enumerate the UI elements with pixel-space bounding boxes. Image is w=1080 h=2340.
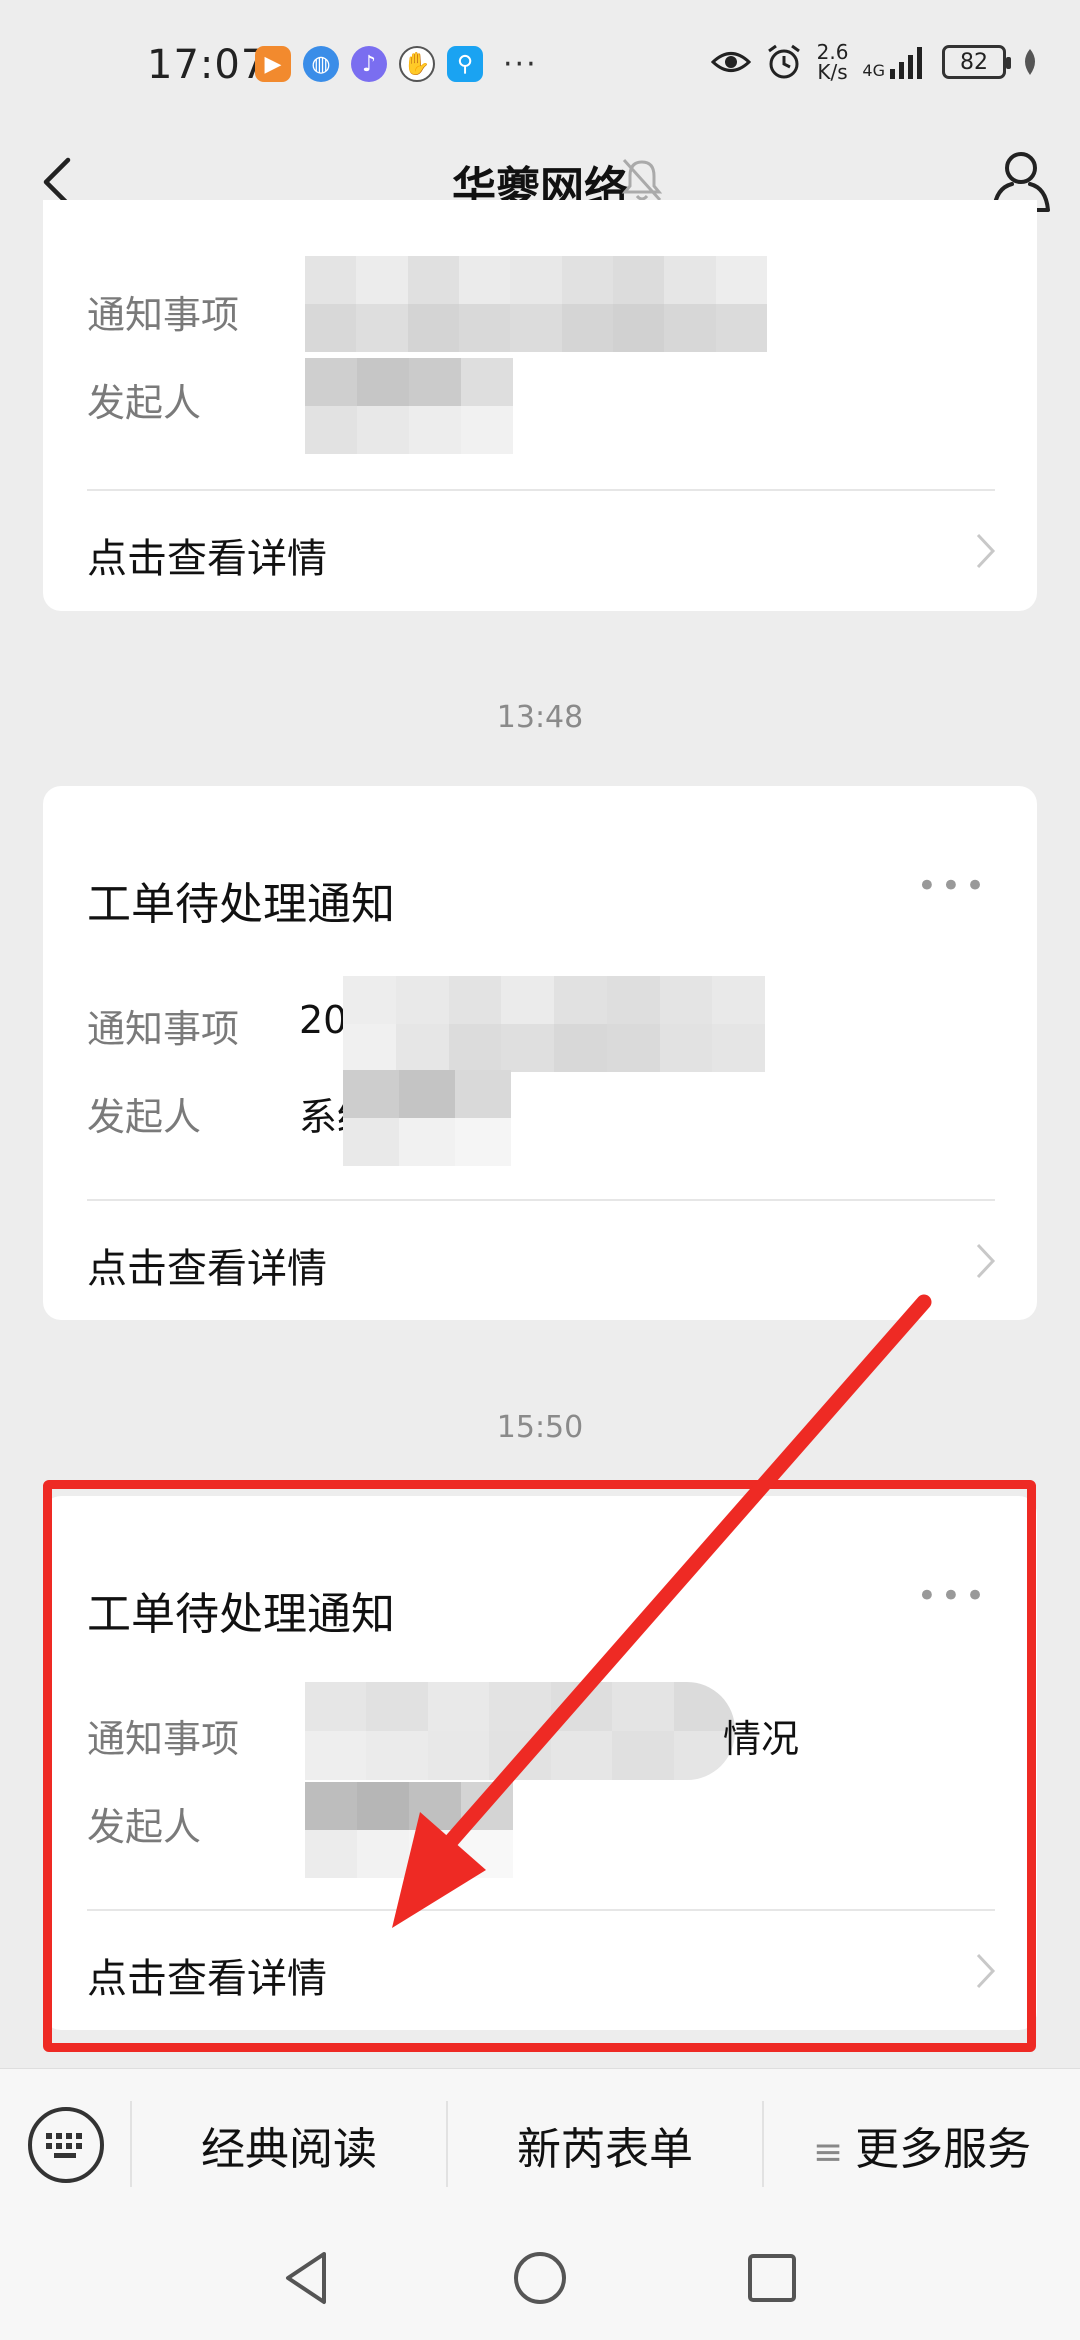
annotation-highlight-box: [43, 1480, 1036, 2052]
system-back-icon[interactable]: [278, 2248, 338, 2308]
search-app-icon: ⚲: [447, 46, 483, 82]
signal-icon: [890, 47, 922, 79]
signal-indicator: 4G: [862, 45, 928, 79]
more-notifications-icon: ···: [503, 46, 538, 82]
chevron-right-icon: [976, 533, 996, 569]
music-app-icon: ♪: [351, 46, 387, 82]
net-speed: 2.6 K/s: [816, 40, 849, 84]
system-navigation-bar: [0, 2218, 1080, 2340]
message-timestamp: 15:50: [496, 1410, 584, 1445]
screen: 17:07 ▶ ◍ ♪ ✋ ⚲ ··· 2.6 K/s 4G 82 华夔网络 通…: [0, 0, 1080, 2340]
card-divider: [87, 1199, 995, 1201]
redacted-mosaic: [305, 358, 513, 454]
network-type: 4G: [862, 61, 885, 80]
eye-icon: [710, 52, 751, 72]
menu-item-form[interactable]: 新芮表单: [448, 2113, 762, 2177]
view-details-link[interactable]: 点击查看详情: [87, 526, 327, 584]
menu-item-label: 更多服务: [855, 2124, 1032, 2175]
leaf-icon: [1025, 49, 1035, 75]
notification-card-1[interactable]: 通知事项 发起人 点击查看详情: [43, 200, 1037, 611]
more-options-icon[interactable]: •••: [917, 866, 989, 906]
view-details-link[interactable]: 点击查看详情: [87, 1236, 327, 1294]
system-home-icon[interactable]: [510, 2248, 570, 2308]
service-menu-bar: 经典阅读 新芮表单 ≡ 更多服务: [0, 2068, 1080, 2218]
redacted-mosaic: [305, 256, 767, 352]
status-right: 2.6 K/s 4G 82: [710, 40, 1040, 84]
battery-indicator: 82: [942, 45, 1011, 79]
card-divider: [87, 489, 995, 491]
field-value-item: 20: [299, 998, 348, 1042]
field-label-sender: 发起人: [87, 1095, 202, 1139]
field-label-item: 通知事项: [87, 293, 240, 337]
video-app-icon: ▶: [255, 46, 291, 82]
field-label-item: 通知事项: [87, 1007, 240, 1051]
notification-card-2[interactable]: 工单待处理通知 ••• 通知事项 20 发起人 系统 点击查看详情: [43, 786, 1037, 1320]
system-recents-icon[interactable]: [742, 2248, 802, 2308]
redacted-mosaic: [343, 1070, 511, 1166]
keyboard-icon: [46, 2133, 82, 2158]
browser-app-icon: ◍: [303, 46, 339, 82]
status-bar: 17:07 ▶ ◍ ♪ ✋ ⚲ ··· 2.6 K/s 4G 82: [0, 0, 1080, 130]
muted-bell-icon: [621, 158, 663, 202]
menu-item-classic-reading[interactable]: 经典阅读: [132, 2113, 446, 2177]
menu-item-more-services[interactable]: ≡ 更多服务: [764, 2113, 1080, 2177]
chevron-right-icon: [976, 1243, 996, 1279]
list-menu-icon: ≡: [812, 2132, 844, 2173]
message-timestamp: 13:48: [496, 700, 584, 735]
card-title: 工单待处理通知: [87, 879, 395, 930]
hand-app-icon: ✋: [399, 46, 435, 82]
status-time: 17:07: [147, 42, 268, 88]
alarm-icon: [767, 44, 800, 79]
status-app-icons: ▶ ◍ ♪ ✋ ⚲ ···: [255, 46, 538, 82]
field-label-sender: 发起人: [87, 381, 202, 425]
redacted-mosaic: [343, 976, 765, 1072]
keyboard-toggle-button[interactable]: [28, 2107, 104, 2183]
